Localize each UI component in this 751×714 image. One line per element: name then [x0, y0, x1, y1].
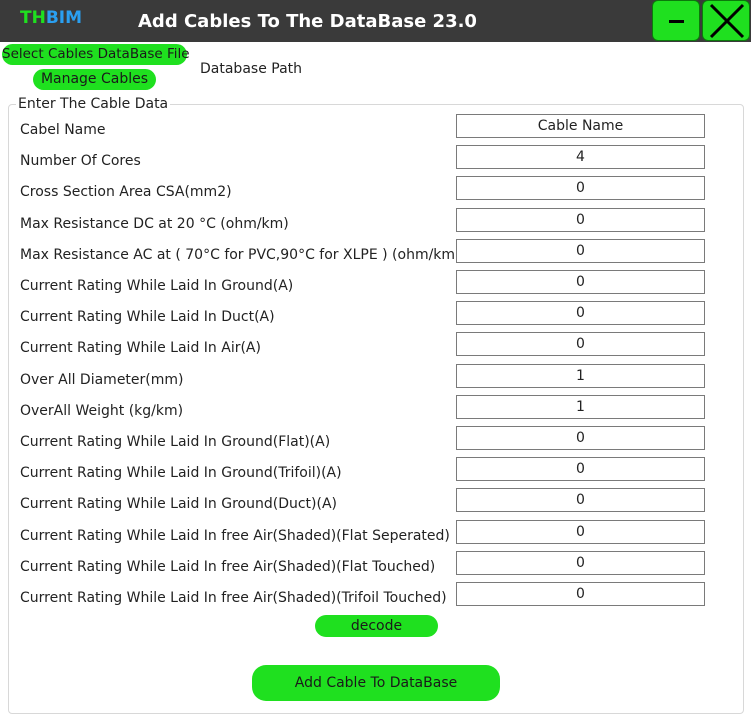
field-label: Current Rating While Laid In Ground(Flat… — [20, 434, 331, 450]
field-input[interactable] — [456, 488, 705, 513]
field-label: Max Resistance AC at ( 70°C for PVC,90°C… — [20, 246, 461, 263]
field-input[interactable] — [456, 363, 705, 388]
field-input[interactable] — [456, 519, 705, 544]
field-label: Number Of Cores — [20, 153, 141, 170]
field-label: Over All Diameter(mm) — [20, 371, 184, 388]
field-input[interactable] — [456, 114, 705, 138]
field-input[interactable] — [456, 394, 705, 419]
add-cable-button[interactable]: Add Cable To DataBase — [252, 665, 500, 701]
field-label: Current Rating While Laid In Ground(Duct… — [20, 496, 337, 513]
field-label: Current Rating While Laid In free Air(Sh… — [20, 558, 436, 575]
minimize-button[interactable] — [652, 0, 700, 41]
field-label: Current Rating While Laid In Air(A) — [20, 340, 261, 357]
title-bar: THBIM Add Cables To The DataBase 23.0 — [0, 0, 751, 42]
minimize-icon — [669, 20, 684, 23]
field-input[interactable] — [456, 301, 705, 326]
field-label: Current Rating While Laid In Duct(A) — [20, 309, 275, 326]
close-button[interactable] — [702, 0, 750, 41]
field-input[interactable] — [456, 207, 705, 232]
field-label: Current Rating While Laid In Ground(A) — [20, 278, 294, 294]
field-label: OverAll Weight (kg/km) — [20, 402, 184, 419]
field-label: Current Rating While Laid In free Air(Sh… — [20, 590, 447, 606]
field-label: Current Rating While Laid In free Air(Sh… — [20, 527, 450, 544]
field-input[interactable] — [456, 550, 705, 575]
field-input[interactable] — [456, 270, 705, 294]
field-input[interactable] — [456, 582, 705, 606]
field-label: Current Rating While Laid In Ground(Trif… — [20, 465, 342, 482]
field-label: Cross Section Area CSA(mm2) — [20, 184, 232, 201]
field-label: Cabel Name — [20, 122, 106, 138]
manage-cables-button[interactable]: Manage Cables — [33, 69, 156, 90]
field-input[interactable] — [456, 238, 705, 263]
database-path-label: Database Path — [200, 61, 303, 77]
group-title: Enter The Cable Data — [16, 95, 171, 113]
window-title: Add Cables To The DataBase 23.0 — [138, 11, 477, 32]
close-icon — [709, 3, 745, 39]
decode-button[interactable]: decode — [315, 615, 438, 637]
select-database-button[interactable]: Select Cables DataBase File — [2, 44, 190, 65]
app-logo: THBIM — [20, 8, 83, 28]
field-input[interactable] — [456, 457, 705, 482]
field-input[interactable] — [456, 176, 705, 201]
field-label: Max Resistance DC at 20 °C (ohm/km) — [20, 215, 289, 232]
field-input[interactable] — [456, 332, 705, 357]
field-input[interactable] — [456, 145, 705, 170]
field-input[interactable] — [456, 426, 705, 450]
